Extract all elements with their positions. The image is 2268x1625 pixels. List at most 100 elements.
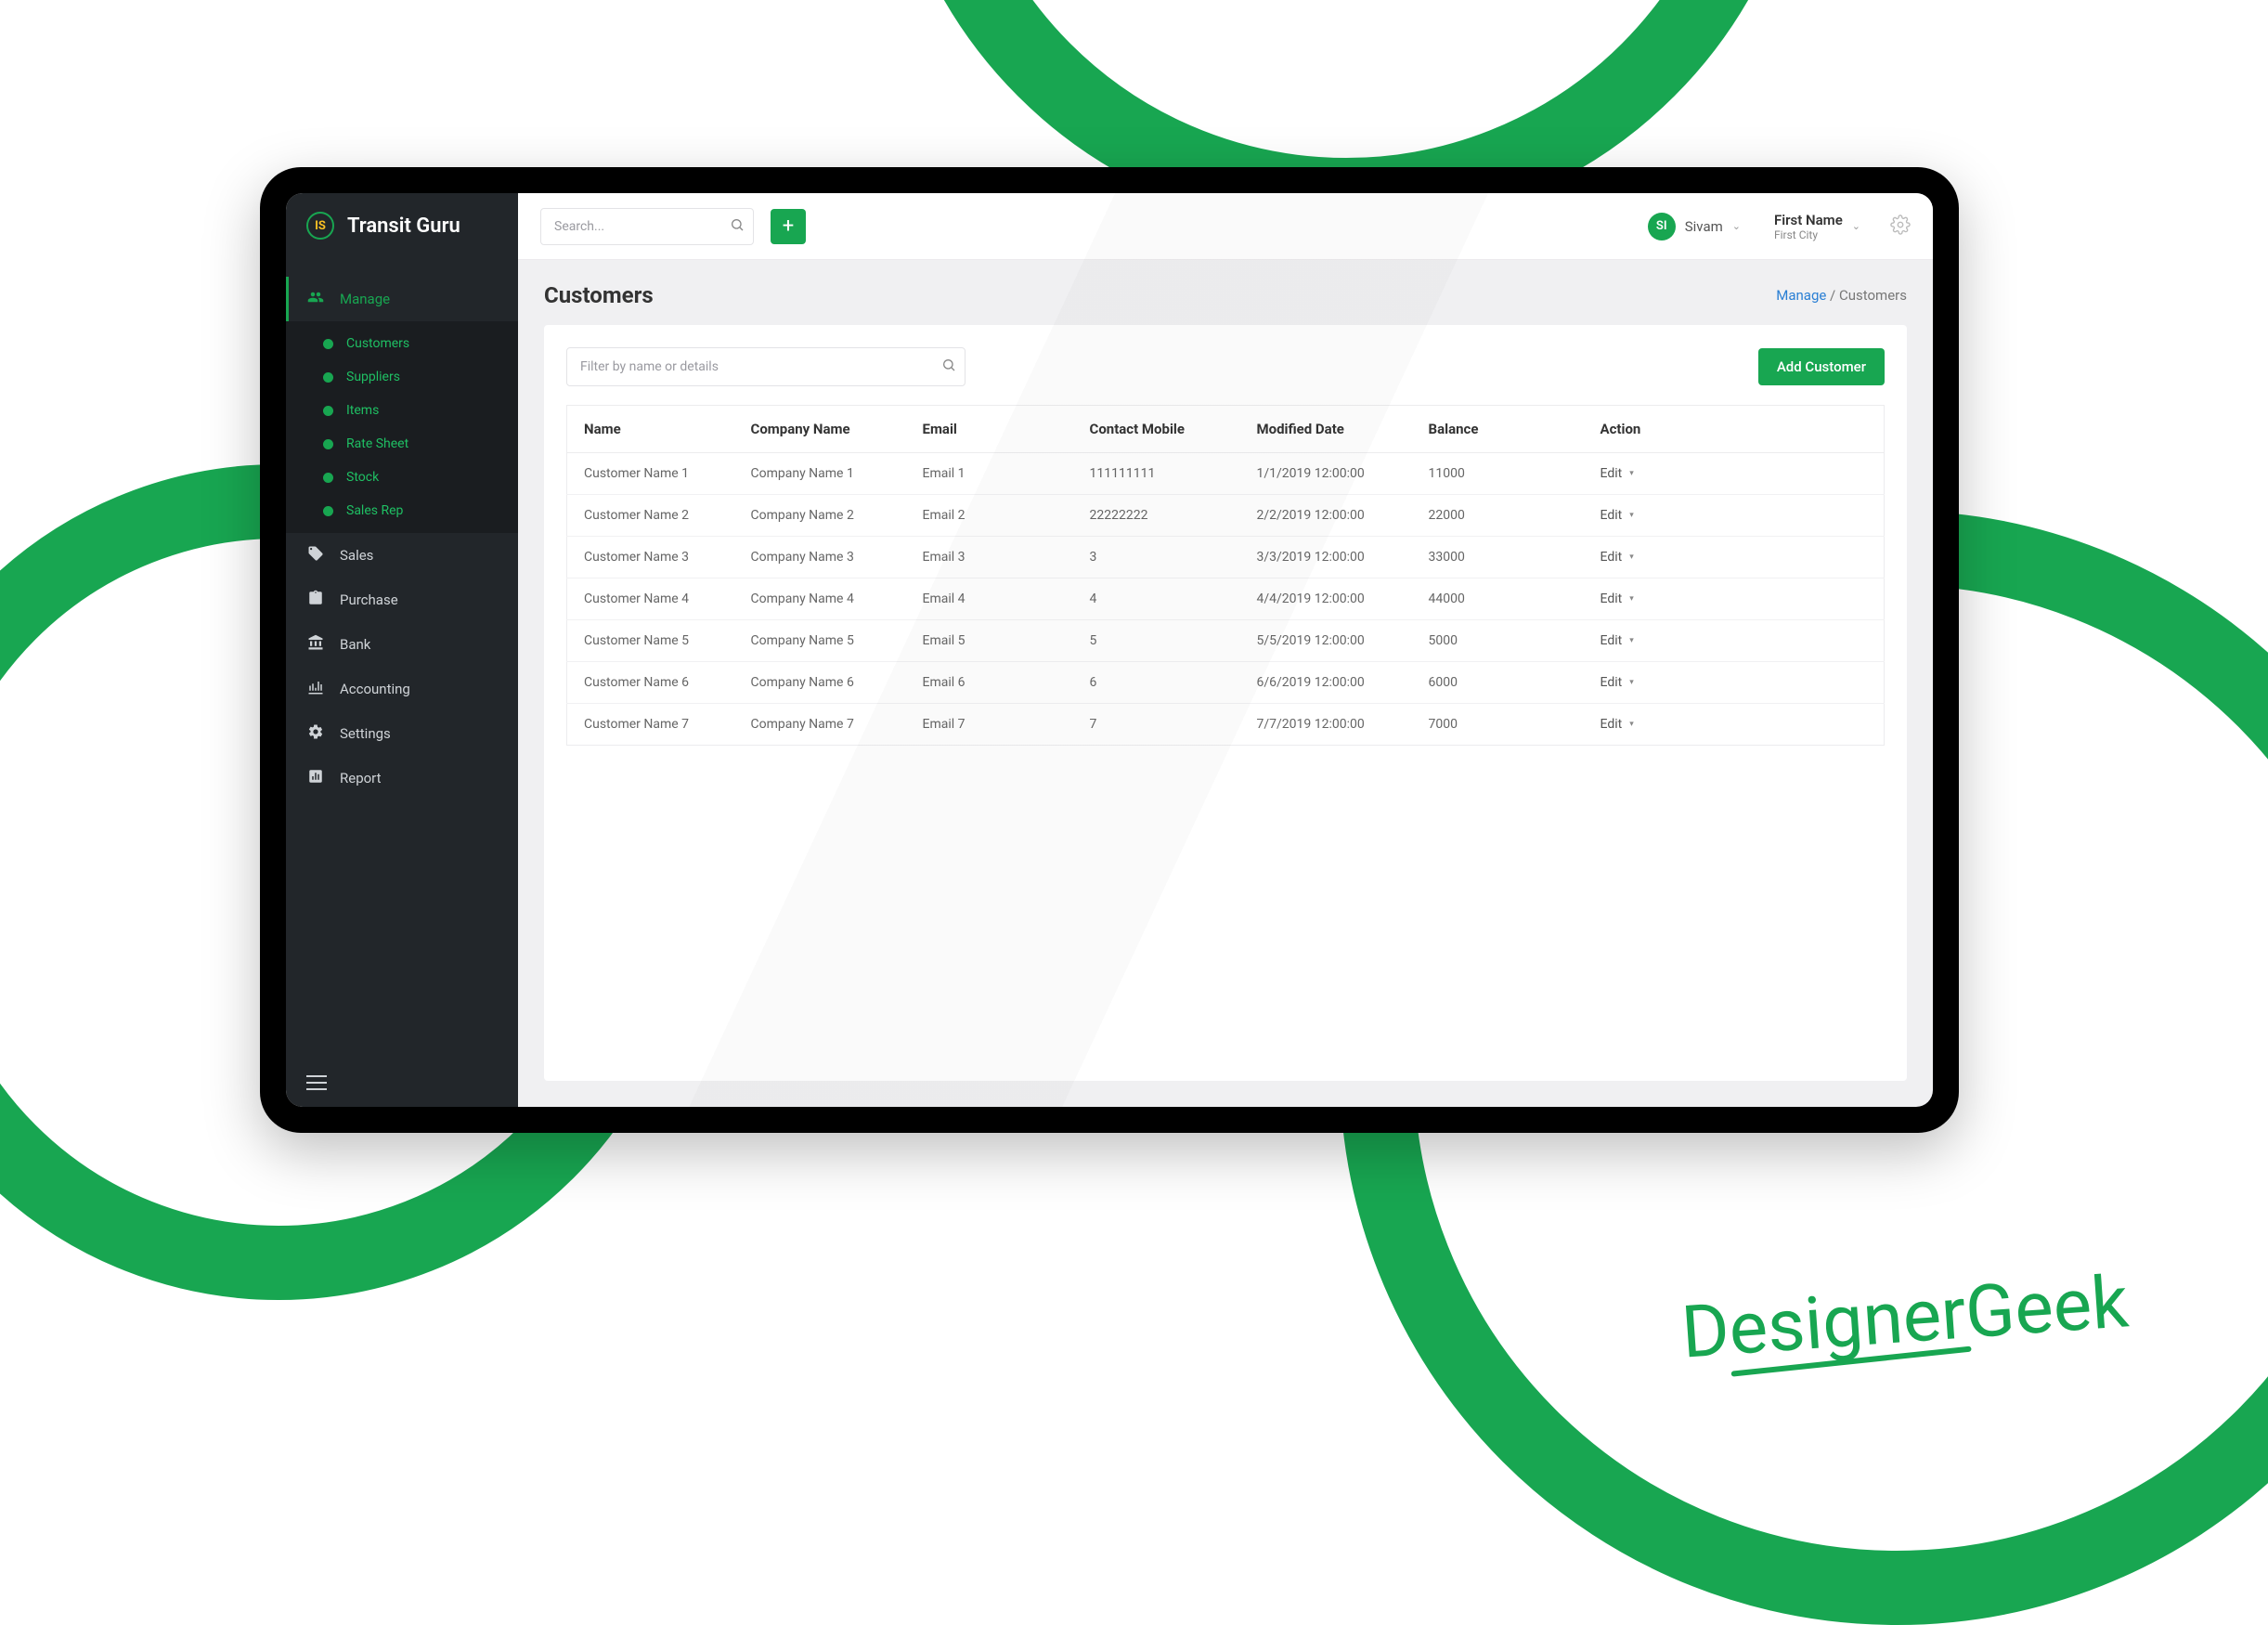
edit-action[interactable]: Edit ▾ (1601, 675, 1634, 690)
table-row[interactable]: Customer Name 3Company Name 3Email 333/3… (567, 537, 1885, 578)
menu-toggle-icon[interactable] (306, 1075, 327, 1090)
sidebar-item-sales-rep[interactable]: Sales Rep (286, 494, 518, 527)
edit-action[interactable]: Edit ▾ (1601, 592, 1634, 606)
sidebar-item-accounting[interactable]: Accounting (286, 667, 518, 711)
chevron-down-icon: ▾ (1629, 469, 1634, 478)
table-row[interactable]: Customer Name 2Company Name 2Email 22222… (567, 495, 1885, 537)
edit-action[interactable]: Edit ▾ (1601, 550, 1634, 565)
table-cell: 5 (1073, 620, 1240, 662)
bullet-icon (323, 439, 333, 449)
sidebar-item-label: Suppliers (346, 370, 400, 384)
clipboard-icon (306, 590, 325, 610)
table-row[interactable]: Customer Name 1Company Name 1Email 11111… (567, 453, 1885, 495)
action-cell: Edit ▾ (1584, 578, 1885, 620)
edit-action[interactable]: Edit ▾ (1601, 508, 1634, 523)
card-toolbar: Add Customer (566, 347, 1885, 386)
bullet-icon (323, 506, 333, 516)
sidebar-item-bank[interactable]: Bank (286, 622, 518, 667)
table-cell: 7000 (1412, 704, 1584, 746)
table-cell: Email 5 (906, 620, 1073, 662)
table-cell: Company Name 2 (734, 495, 906, 537)
sidebar-item-label: Customers (346, 336, 409, 351)
customers-table: Name Company Name Email Contact Mobile M… (566, 405, 1885, 746)
sidebar-item-label: Sales Rep (346, 503, 403, 518)
report-icon (306, 768, 325, 788)
chevron-down-icon: ⌄ (1852, 220, 1860, 232)
search-wrap (540, 208, 754, 245)
table-cell: Company Name 5 (734, 620, 906, 662)
company-selector[interactable]: First Name First City ⌄ (1774, 212, 1860, 241)
edit-action[interactable]: Edit ▾ (1601, 466, 1634, 481)
table-cell: 2/2/2019 12:00:00 (1240, 495, 1412, 537)
action-cell: Edit ▾ (1584, 620, 1885, 662)
sidebar-item-rate-sheet[interactable]: Rate Sheet (286, 427, 518, 461)
breadcrumb-sep: / (1826, 287, 1839, 304)
content-card: Add Customer Name Company Name Email Con… (544, 325, 1907, 1081)
sidebar-item-suppliers[interactable]: Suppliers (286, 360, 518, 394)
gear-icon (306, 723, 325, 744)
col-modified: Modified Date (1240, 406, 1412, 453)
table-header-row: Name Company Name Email Contact Mobile M… (567, 406, 1885, 453)
nav-section: Manage Customers Suppliers Items (286, 277, 518, 800)
table-cell: 22000 (1412, 495, 1584, 537)
sidebar-item-customers[interactable]: Customers (286, 327, 518, 360)
table-cell: 11000 (1412, 453, 1584, 495)
chevron-down-icon: ▾ (1629, 552, 1634, 562)
sidebar-item-purchase[interactable]: Purchase (286, 578, 518, 622)
sidebar-item-label: Stock (346, 470, 379, 485)
breadcrumb-root[interactable]: Manage (1776, 287, 1826, 304)
col-company: Company Name (734, 406, 906, 453)
table-cell: Customer Name 5 (567, 620, 734, 662)
col-balance: Balance (1412, 406, 1584, 453)
chevron-down-icon: ⌄ (1732, 220, 1741, 232)
sidebar-item-label: Rate Sheet (346, 436, 408, 451)
search-input[interactable] (540, 208, 754, 245)
action-cell: Edit ▾ (1584, 495, 1885, 537)
table-cell: Customer Name 7 (567, 704, 734, 746)
sidebar-item-sales[interactable]: Sales (286, 533, 518, 578)
signature: DesignerGeek (1679, 1260, 2132, 1375)
user-menu[interactable]: SI Sivam ⌄ (1648, 213, 1741, 240)
users-icon (306, 289, 325, 309)
search-icon (730, 217, 745, 236)
table-row[interactable]: Customer Name 6Company Name 6Email 666/6… (567, 662, 1885, 704)
breadcrumb-current: Customers (1839, 287, 1907, 304)
edit-action[interactable]: Edit ▾ (1601, 717, 1634, 732)
sidebar-item-label: Report (340, 770, 382, 786)
gear-icon[interactable] (1890, 214, 1911, 239)
filter-input[interactable] (566, 347, 966, 386)
table-cell: 4 (1073, 578, 1240, 620)
sidebar-item-stock[interactable]: Stock (286, 461, 518, 494)
sidebar-item-report[interactable]: Report (286, 756, 518, 800)
page-title: Customers (544, 282, 654, 308)
table-cell: 7 (1073, 704, 1240, 746)
table-cell: Company Name 7 (734, 704, 906, 746)
table-row[interactable]: Customer Name 7Company Name 7Email 777/7… (567, 704, 1885, 746)
sidebar: IS Transit Guru Manage Customers (286, 193, 518, 1107)
table-cell: 3/3/2019 12:00:00 (1240, 537, 1412, 578)
edit-action[interactable]: Edit ▾ (1601, 633, 1634, 648)
sidebar-item-label: Accounting (340, 681, 410, 697)
add-customer-button[interactable]: Add Customer (1758, 348, 1885, 385)
logo-icon: IS (306, 212, 334, 240)
table-row[interactable]: Customer Name 5Company Name 5Email 555/5… (567, 620, 1885, 662)
table-cell: 6/6/2019 12:00:00 (1240, 662, 1412, 704)
table-cell: 22222222 (1073, 495, 1240, 537)
add-button[interactable]: + (771, 209, 806, 244)
chevron-down-icon: ▾ (1629, 594, 1634, 604)
table-row[interactable]: Customer Name 4Company Name 4Email 444/4… (567, 578, 1885, 620)
sidebar-item-manage[interactable]: Manage (286, 277, 518, 321)
plus-icon: + (783, 214, 794, 238)
sidebar-item-settings[interactable]: Settings (286, 711, 518, 756)
table-cell: Customer Name 1 (567, 453, 734, 495)
table-cell: 5000 (1412, 620, 1584, 662)
table-cell: Email 6 (906, 662, 1073, 704)
table-cell: Customer Name 2 (567, 495, 734, 537)
user-name: Sivam (1685, 218, 1723, 235)
sidebar-item-items[interactable]: Items (286, 394, 518, 427)
main-content: + SI Sivam ⌄ First Name First City ⌄ (518, 193, 1933, 1107)
action-cell: Edit ▾ (1584, 537, 1885, 578)
brand-logo[interactable]: IS Transit Guru (286, 193, 518, 258)
table-cell: 1/1/2019 12:00:00 (1240, 453, 1412, 495)
avatar: SI (1648, 213, 1676, 240)
